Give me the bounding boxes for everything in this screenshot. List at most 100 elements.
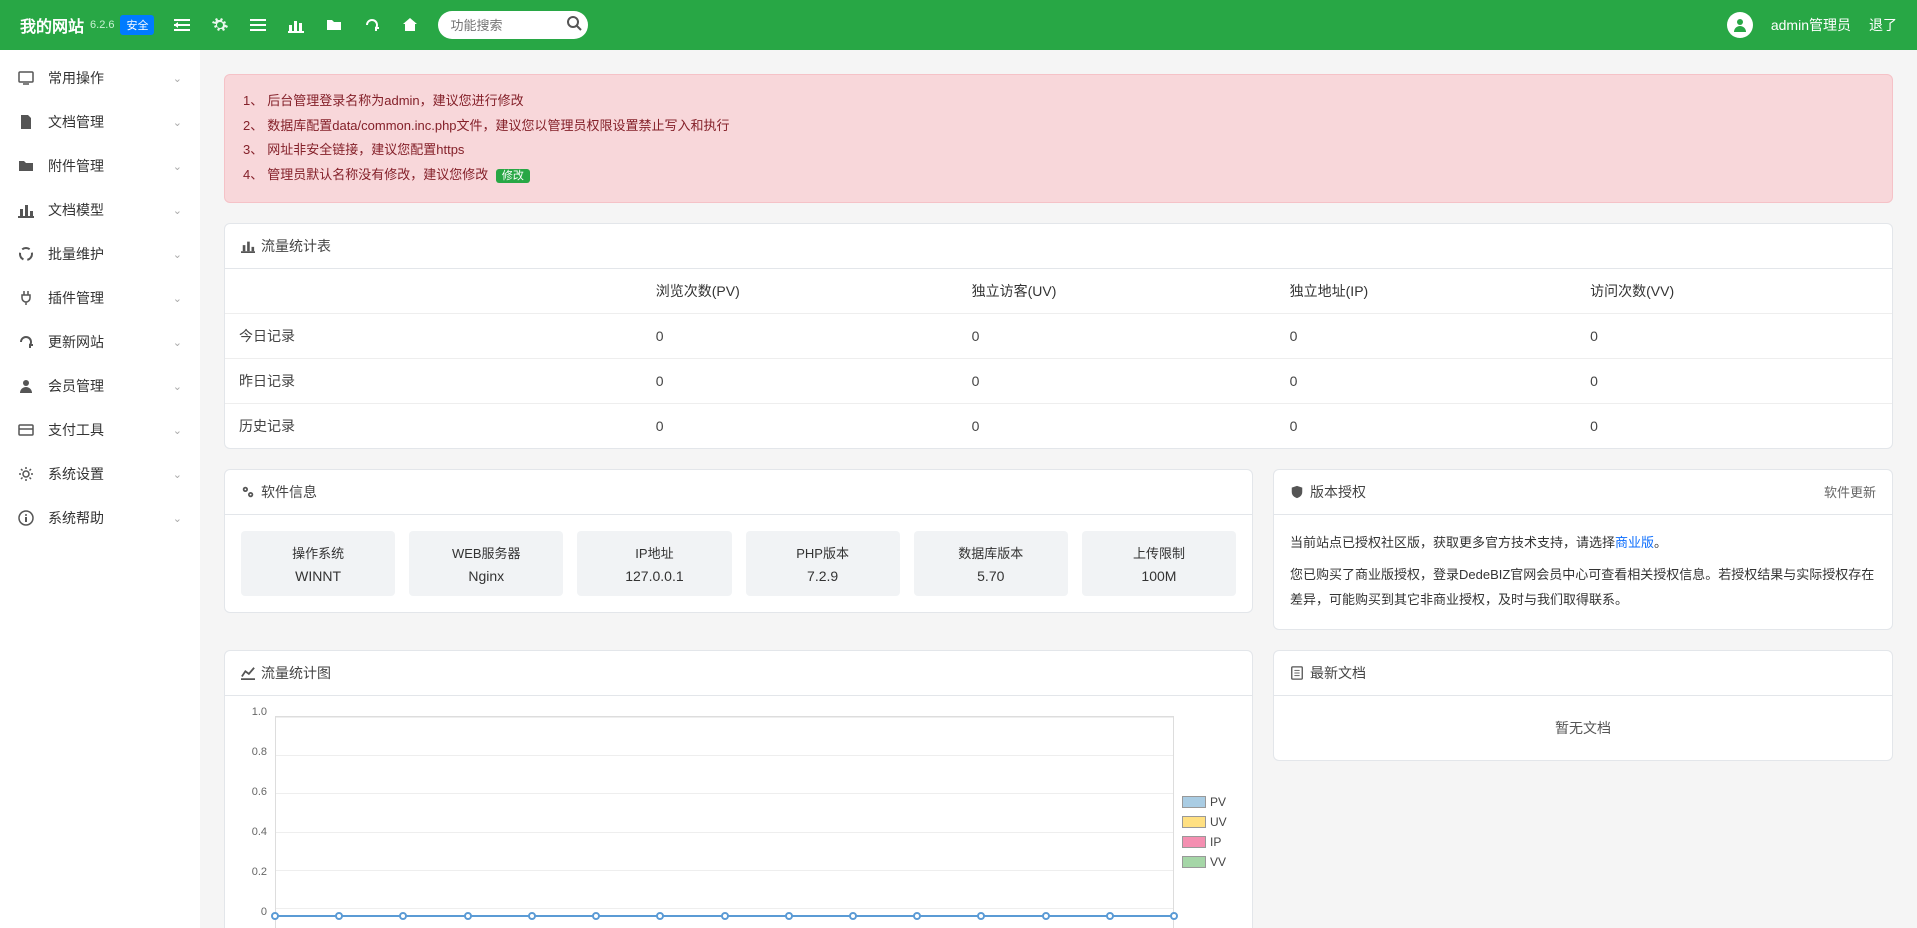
info-label: PHP版本 xyxy=(752,543,894,562)
chart-point xyxy=(335,912,343,920)
stats-card: 流量统计表 浏览次数(PV)独立访客(UV)独立地址(IP)访问次数(VV) 今… xyxy=(224,223,1893,449)
stats-table: 浏览次数(PV)独立访客(UV)独立地址(IP)访问次数(VV) 今日记录000… xyxy=(225,269,1892,448)
home-icon[interactable] xyxy=(402,17,418,33)
software-update-link[interactable]: 软件更新 xyxy=(1824,482,1876,501)
indent-icon[interactable] xyxy=(174,17,190,33)
commercial-link[interactable]: 商业版 xyxy=(1615,535,1654,550)
legend-item: VV xyxy=(1182,855,1236,869)
chart-point xyxy=(1042,912,1050,920)
chevron-down-icon: ⌄ xyxy=(173,380,182,393)
main-content: 1、后台管理登录名称为admin，建议您进行修改2、数据库配置data/comm… xyxy=(200,50,1917,928)
chevron-down-icon: ⌄ xyxy=(173,72,182,85)
sidebar-item-label: 系统设置 xyxy=(48,464,173,484)
username[interactable]: admin管理员 xyxy=(1771,15,1851,35)
sidebar-item-label: 常用操作 xyxy=(48,68,173,88)
info-value: Nginx xyxy=(415,568,557,584)
info-box: 操作系统 WINNT xyxy=(241,531,395,596)
legend-label: IP xyxy=(1210,835,1221,849)
license-line2: 您已购买了商业版授权，登录DedeBIZ官网会员中心可查看相关授权信息。若授权结… xyxy=(1290,563,1876,612)
avatar-icon xyxy=(1732,17,1748,33)
chart-point xyxy=(528,912,536,920)
folder-icon[interactable] xyxy=(326,17,342,33)
y-tick: 1.0 xyxy=(252,706,267,718)
doc-list-icon xyxy=(1290,666,1304,680)
sidebar-item-label: 附件管理 xyxy=(48,156,173,176)
info-label: 上传限制 xyxy=(1088,543,1230,562)
info-value: WINNT xyxy=(247,568,389,584)
legend-item: UV xyxy=(1182,815,1236,829)
brand[interactable]: 我的网站 xyxy=(20,13,84,37)
sidebar-item[interactable]: 文档管理⌄ xyxy=(0,100,200,144)
chart-point xyxy=(656,912,664,920)
search-wrap xyxy=(438,11,588,39)
sidebar-item[interactable]: 支付工具⌄ xyxy=(0,408,200,452)
shield-icon xyxy=(1290,485,1304,499)
bar-chart-icon xyxy=(241,239,255,253)
spinner-icon xyxy=(18,246,38,262)
list-icon[interactable] xyxy=(250,17,266,33)
chart-point xyxy=(849,912,857,920)
gear-icon[interactable] xyxy=(212,17,228,33)
avatar[interactable] xyxy=(1727,12,1753,38)
chart-point xyxy=(592,912,600,920)
chart-point xyxy=(785,912,793,920)
sidebar-item-label: 文档管理 xyxy=(48,112,173,132)
file-icon xyxy=(18,114,38,130)
info-box: WEB服务器Nginx xyxy=(409,531,563,596)
sidebar-item-label: 插件管理 xyxy=(48,288,173,308)
folder-icon xyxy=(18,158,38,174)
legend-label: VV xyxy=(1210,855,1226,869)
legend-label: UV xyxy=(1210,815,1227,829)
legend-swatch xyxy=(1182,856,1206,868)
chevron-down-icon: ⌄ xyxy=(173,116,182,129)
sidebar-item[interactable]: 插件管理⌄ xyxy=(0,276,200,320)
sidebar-item[interactable]: 会员管理⌄ xyxy=(0,364,200,408)
sidebar-item-label: 支付工具 xyxy=(48,420,173,440)
legend-item: PV xyxy=(1182,795,1236,809)
chevron-down-icon: ⌄ xyxy=(173,292,182,305)
software-card: 软件信息 操作系统WINNTWEB服务器NginxIP地址127.0.0.1PH… xyxy=(224,469,1253,613)
logout-link[interactable]: 退了 xyxy=(1869,15,1897,35)
chevron-down-icon: ⌄ xyxy=(173,468,182,481)
sidebar-item[interactable]: 附件管理⌄ xyxy=(0,144,200,188)
info-value: 5.70 xyxy=(920,568,1062,584)
docs-card-title: 最新文档 xyxy=(1310,663,1366,683)
info-icon xyxy=(18,510,38,526)
sidebar-item-label: 系统帮助 xyxy=(48,508,173,528)
fix-button[interactable]: 修改 xyxy=(496,169,530,183)
alert-item: 2、数据库配置data/common.inc.php文件，建议您以管理员权限设置… xyxy=(243,114,1874,139)
license-card-title: 版本授权 xyxy=(1310,482,1366,502)
chart-card-title: 流量统计图 xyxy=(261,663,331,683)
sidebar-item[interactable]: 批量维护⌄ xyxy=(0,232,200,276)
gear-icon xyxy=(18,466,38,482)
sidebar-item[interactable]: 系统设置⌄ xyxy=(0,452,200,496)
chart-point xyxy=(464,912,472,920)
info-box: PHP版本7.2.9 xyxy=(746,531,900,596)
refresh-icon[interactable] xyxy=(364,17,380,33)
chart-point xyxy=(977,912,985,920)
sidebar-item[interactable]: 系统帮助⌄ xyxy=(0,496,200,540)
sidebar-item[interactable]: 文档模型⌄ xyxy=(0,188,200,232)
sidebar-item[interactable]: 更新网站⌄ xyxy=(0,320,200,364)
chart-icon[interactable] xyxy=(288,17,304,33)
chart-card: 流量统计图 1.00.80.60.40.20-0.2 PVUVIPVV xyxy=(224,650,1253,928)
info-value: 127.0.0.1 xyxy=(583,568,725,584)
info-label: IP地址 xyxy=(583,543,725,562)
chevron-down-icon: ⌄ xyxy=(173,336,182,349)
license-line1: 当前站点已授权社区版，获取更多官方技术支持，请选择商业版。 xyxy=(1290,531,1876,556)
chart-point xyxy=(913,912,921,920)
safe-badge: 安全 xyxy=(120,15,154,35)
license-card: 版本授权 软件更新 当前站点已授权社区版，获取更多官方技术支持，请选择商业版。 … xyxy=(1273,469,1893,630)
sidebar-item[interactable]: 常用操作⌄ xyxy=(0,56,200,100)
info-label: 操作系统 xyxy=(247,543,389,562)
alert-item: 4、管理员默认名称没有修改，建议您修改 修改 xyxy=(243,163,1874,188)
chart-legend: PV UV IP VV xyxy=(1174,712,1236,928)
stats-col-header xyxy=(225,269,642,314)
search-button[interactable] xyxy=(566,15,582,31)
chevron-down-icon: ⌄ xyxy=(173,424,182,437)
version-label: 6.2.6 xyxy=(90,19,114,31)
table-row: 今日记录0000 xyxy=(225,313,1892,358)
card-icon xyxy=(18,422,38,438)
sidebar-item-label: 文档模型 xyxy=(48,200,173,220)
refresh-icon xyxy=(18,334,38,350)
